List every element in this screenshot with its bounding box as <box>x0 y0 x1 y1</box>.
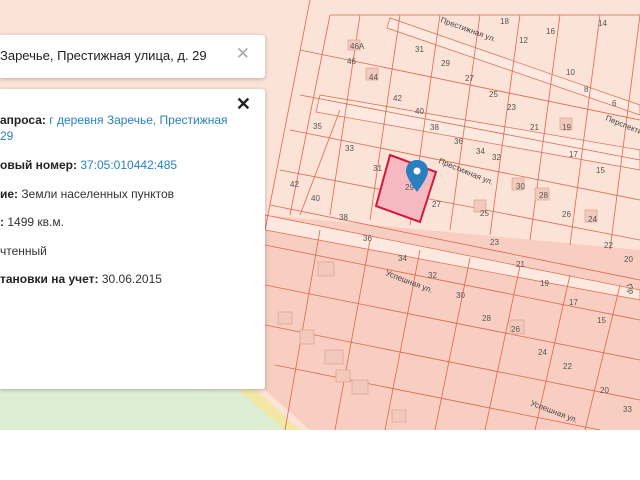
plot-number: 42 <box>393 94 402 103</box>
area-label: : <box>0 215 4 229</box>
plot-number: 22 <box>604 241 613 250</box>
plot-number: 32 <box>492 153 501 162</box>
info-panel: ✕ апроса: г деревня Заречье, Престижная … <box>0 89 265 389</box>
plot-number: 28 <box>482 314 491 323</box>
plot-number: 26 <box>511 325 520 334</box>
request-link[interactable]: г деревня Заречье, Престижная <box>49 113 227 127</box>
plot-number: 27 <box>465 74 474 83</box>
category-value: Земли населенных пунктов <box>21 187 174 201</box>
plot-number: 16 <box>546 27 555 36</box>
search-box[interactable]: Заречье, Престижная улица, д. 29 ✕ <box>0 35 265 78</box>
plot-number: 36 <box>363 234 372 243</box>
cadastral-label: овый номер: <box>0 158 77 172</box>
plot-number: 19 <box>540 279 549 288</box>
area-row: : 1499 кв.м. <box>0 215 64 230</box>
plot-number: 38 <box>339 213 348 222</box>
plot-number: 24 <box>538 348 547 357</box>
plot-number: 31 <box>415 45 424 54</box>
category-label: ие: <box>0 187 19 201</box>
plot-number: 19 <box>562 123 571 132</box>
plot-number: 42 <box>290 180 299 189</box>
plot-number: 32 <box>428 271 437 280</box>
registration-date-value: 30.06.2015 <box>101 272 162 286</box>
plot-number: 34 <box>398 254 407 263</box>
plot-number: 15 <box>596 166 605 175</box>
plot-number: 22 <box>563 362 572 371</box>
request-label: апроса: <box>0 113 46 127</box>
request-row-continued: 29 <box>0 129 13 144</box>
registration-date-label: тановки на учет: <box>0 272 99 286</box>
cadastral-row: овый номер: 37:05:010442:485 <box>0 158 177 173</box>
plot-number: 12 <box>519 36 528 45</box>
plot-number: 30 <box>516 182 525 191</box>
plot-number: 25 <box>489 90 498 99</box>
request-row: апроса: г деревня Заречье, Престижная <box>0 113 228 128</box>
plot-number: 20 <box>624 255 633 264</box>
plot-number: 44 <box>369 73 378 82</box>
registration-date-row: тановки на учет: 30.06.2015 <box>0 272 162 287</box>
plot-number: 40 <box>415 107 424 116</box>
plot-number: 6 <box>612 99 617 108</box>
plot-number: 33 <box>623 405 632 414</box>
category-row: ие: Земли населенных пунктов <box>0 187 174 202</box>
status-row: чтенный <box>0 244 47 259</box>
plot-number: 17 <box>569 298 578 307</box>
status-value: чтенный <box>0 244 47 258</box>
blank-footer <box>0 430 640 480</box>
close-icon[interactable]: ✕ <box>236 95 251 113</box>
plot-number: 26 <box>562 210 571 219</box>
plot-number: 23 <box>490 238 499 247</box>
plot-number: 46 <box>347 57 356 66</box>
plot-number: 25 <box>480 209 489 218</box>
search-input[interactable]: Заречье, Престижная улица, д. 29 <box>0 48 207 63</box>
area-value: 1499 кв.м. <box>7 215 64 229</box>
plot-number: 14 <box>598 19 607 28</box>
plot-number: 34 <box>476 147 485 156</box>
plot-number: 36 <box>454 137 463 146</box>
plot-number: 27 <box>432 200 441 209</box>
plot-number: 28 <box>539 191 548 200</box>
plot-number: 31 <box>373 164 382 173</box>
plot-number: 17 <box>569 150 578 159</box>
plot-number: 20 <box>600 386 609 395</box>
plot-number: 15 <box>597 316 606 325</box>
plot-number: 29 <box>441 59 450 68</box>
plot-number: 35 <box>313 122 322 131</box>
clear-search-icon[interactable]: ✕ <box>236 45 250 62</box>
plot-number: 24 <box>588 215 597 224</box>
plot-number: 40 <box>311 194 320 203</box>
plot-number: 46А <box>350 42 365 51</box>
plot-number: 8 <box>584 85 589 94</box>
plot-number: 21 <box>530 123 539 132</box>
plot-number: 23 <box>507 103 516 112</box>
plot-number: 30 <box>456 291 465 300</box>
request-link-line2[interactable]: 29 <box>0 129 13 143</box>
plot-number: 10 <box>566 68 575 77</box>
cadastral-number-link[interactable]: 37:05:010442:485 <box>80 158 177 172</box>
plot-number: 33 <box>345 144 354 153</box>
plot-number: 18 <box>500 17 509 26</box>
plot-number: 38 <box>430 123 439 132</box>
plot-number: 21 <box>516 260 525 269</box>
